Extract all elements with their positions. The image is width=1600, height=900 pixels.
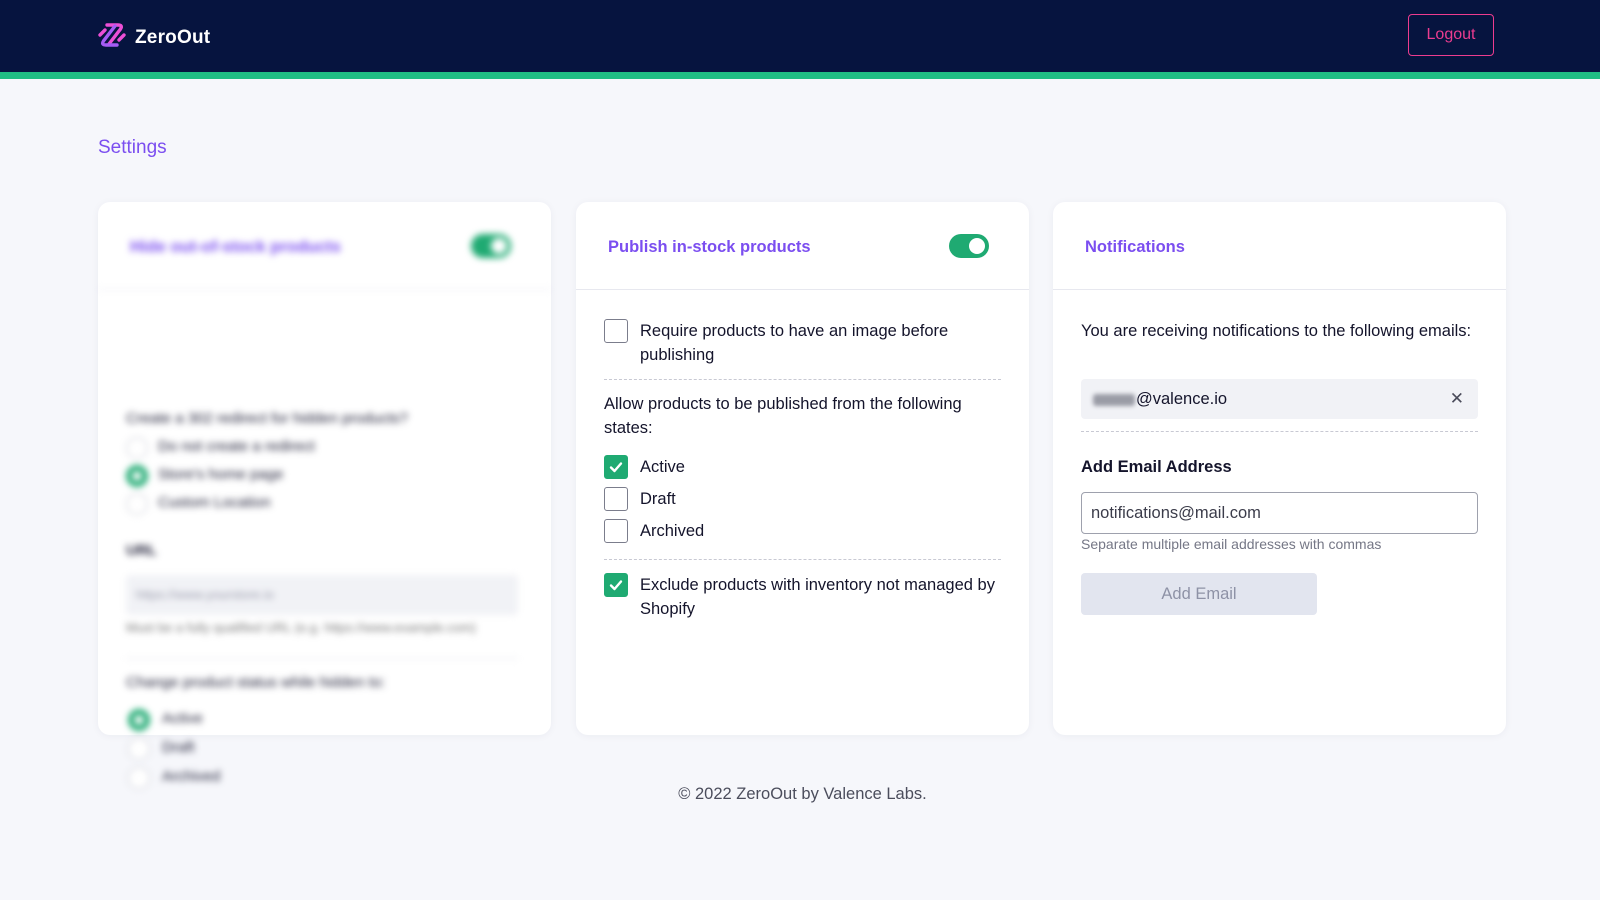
state-label: Active	[640, 458, 685, 476]
radio-label: Active	[162, 710, 203, 727]
state-active-row[interactable]: Active	[604, 455, 685, 479]
state-label: Archived	[640, 522, 705, 540]
footer-copyright: © 2022 ZeroOut by Valence Labs.	[678, 785, 927, 803]
publish-toggle[interactable]	[949, 234, 989, 258]
hide-out-of-stock-card: Hide out-of-stock products Create a 302 …	[98, 202, 551, 789]
check-icon	[609, 580, 623, 591]
card-header: Publish in-stock products	[576, 202, 1029, 290]
radio-label: Do not create a redirect	[158, 438, 315, 455]
check-icon	[609, 462, 623, 473]
state-draft-row[interactable]: Draft	[604, 487, 676, 511]
exclude-unmanaged-checkbox[interactable]	[604, 573, 628, 597]
add-email-button[interactable]: Add Email	[1081, 573, 1317, 615]
email-chip-text: @valence.io	[1136, 390, 1228, 408]
states-label: Allow products to be published from the …	[604, 395, 962, 437]
state-archived-row[interactable]: Archived	[604, 519, 704, 543]
divider	[1081, 431, 1478, 432]
toggle-knob	[969, 238, 985, 254]
state-archived-checkbox[interactable]	[604, 519, 628, 543]
zeroout-logo-icon	[97, 22, 127, 53]
radio-status-active[interactable]	[128, 709, 150, 731]
state-active-checkbox[interactable]	[604, 455, 628, 479]
radio-status-draft[interactable]	[128, 738, 150, 760]
divider	[604, 379, 1001, 380]
radio-custom-location[interactable]	[126, 493, 148, 515]
card-title: Publish in-stock products	[608, 238, 811, 256]
url-input[interactable]: https://www.yourstore.io	[126, 575, 518, 615]
header-accent-bar	[0, 72, 1600, 79]
radio-label: Draft	[162, 739, 195, 756]
state-draft-checkbox[interactable]	[604, 487, 628, 511]
url-label: URL	[126, 542, 157, 559]
publish-in-stock-card: Publish in-stock products Require produc…	[576, 202, 1029, 735]
notifications-intro: You are receiving notifications to the f…	[1081, 322, 1472, 340]
state-label: Draft	[640, 490, 676, 508]
email-help-text: Separate multiple email addresses with c…	[1081, 536, 1382, 552]
brand-name: ZeroOut	[135, 26, 211, 48]
require-image-label: Require products to have an image before…	[640, 322, 949, 364]
divider	[126, 658, 518, 659]
radio-label: Store's home page	[158, 466, 284, 483]
card-title: Hide out-of-stock products	[130, 238, 341, 256]
logout-button[interactable]: Logout	[1408, 14, 1494, 56]
radio-label: Custom Location	[158, 494, 271, 511]
toggle-knob	[491, 238, 507, 254]
email-chip: @valence.io ✕	[1081, 379, 1478, 419]
email-input[interactable]	[1081, 492, 1478, 534]
redacted-email-prefix	[1093, 394, 1135, 406]
radio-label: Archived	[162, 768, 221, 785]
radio-home-page[interactable]	[126, 465, 148, 487]
close-icon[interactable]: ✕	[1450, 387, 1464, 411]
app-header: ZeroOut Logout	[0, 0, 1600, 72]
card-title: Notifications	[1085, 238, 1185, 256]
require-image-row[interactable]: Require products to have an image before…	[604, 319, 1004, 367]
exclude-unmanaged-row[interactable]: Exclude products with inventory not mana…	[604, 573, 1004, 621]
url-placeholder: https://www.yourstore.io	[136, 587, 274, 602]
card-header: Notifications	[1053, 202, 1506, 290]
add-email-label: Add Email Address	[1081, 458, 1232, 476]
require-image-checkbox[interactable]	[604, 319, 628, 343]
page-title: Settings	[98, 137, 167, 158]
brand[interactable]: ZeroOut	[97, 22, 210, 53]
hide-oos-toggle[interactable]	[471, 234, 511, 258]
radio-no-redirect[interactable]	[126, 437, 148, 459]
url-help: Must be a fully qualified URL (e.g. http…	[126, 620, 476, 635]
exclude-unmanaged-label: Exclude products with inventory not mana…	[640, 576, 995, 618]
status-question: Change product status while hidden to:	[126, 674, 386, 691]
divider	[604, 559, 1001, 560]
redirect-question: Create a 302 redirect for hidden product…	[126, 410, 408, 427]
notifications-card: Notifications You are receiving notifica…	[1053, 202, 1506, 735]
card-header: Hide out-of-stock products	[98, 202, 551, 290]
